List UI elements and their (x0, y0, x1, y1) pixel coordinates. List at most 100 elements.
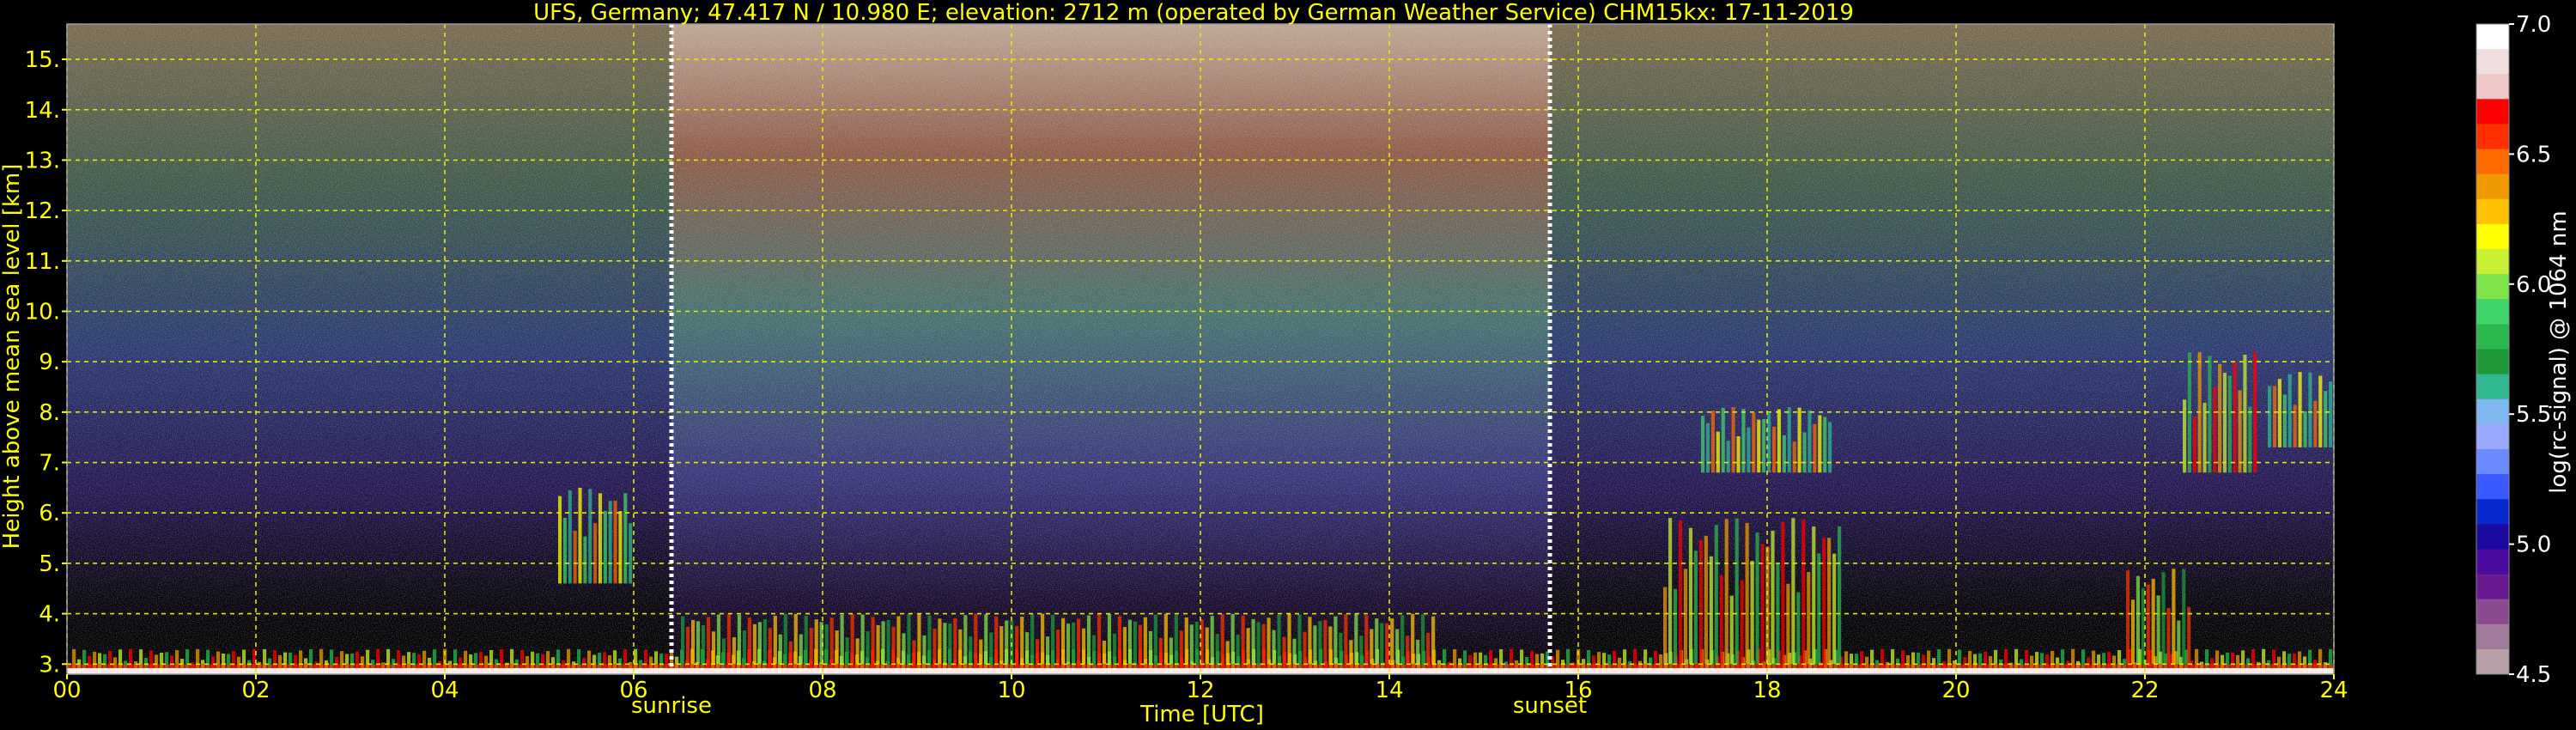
feature-streak (1807, 410, 1812, 473)
feature-streak (1719, 575, 1723, 665)
feature-streak (573, 531, 577, 584)
feature-streak (1802, 432, 1807, 473)
feature-streak (2126, 570, 2130, 665)
colorbar-segment (2476, 274, 2509, 300)
feature-streak (2166, 607, 2171, 665)
feature-streak (1122, 627, 1127, 665)
feature-streak (1838, 526, 1842, 665)
feature-streak (1020, 617, 1024, 665)
feature-streak (1818, 415, 1822, 473)
feature-streak (1370, 629, 1374, 665)
feature-streak (1735, 518, 1739, 665)
colorbar-tick-label: 6.5 (2516, 142, 2551, 167)
feature-streak (1736, 435, 1741, 473)
feature-streak (706, 617, 711, 665)
x-tick-label: 04 (430, 678, 459, 703)
feature-streak (969, 636, 973, 665)
colorbar-segment (2476, 624, 2509, 650)
feature-streak (933, 629, 937, 665)
feature-streak (1701, 416, 1705, 473)
feature-streak (1339, 632, 1343, 665)
feature-streak (716, 614, 721, 665)
feature-streak (938, 618, 942, 665)
feature-streak (2268, 386, 2272, 447)
feature-streak (2172, 569, 2176, 665)
feature-streak (1174, 614, 1178, 665)
feature-streak (1354, 613, 1358, 665)
feature-streak (2161, 572, 2166, 665)
feature-streak (1698, 540, 1703, 665)
feature-streak (1827, 538, 1832, 665)
x-axis-label: Time [UTC] (1139, 702, 1264, 727)
x-tick-label: 10 (997, 678, 1025, 703)
colorbar-tick-label: 5.0 (2516, 532, 2551, 558)
feature-streak (1807, 571, 1811, 665)
feature-streak (963, 615, 968, 665)
feature-streak (1400, 615, 1405, 665)
feature-streak (1292, 638, 1297, 665)
feature-streak (711, 631, 716, 665)
feature-streak (701, 624, 706, 665)
feature-streak (1678, 520, 1683, 665)
colorbar-segment (2476, 599, 2509, 625)
feature-streak (1740, 580, 1744, 665)
feature-streak (2243, 354, 2247, 473)
feature-streak (768, 627, 772, 665)
feature-streak (762, 619, 767, 665)
feature-streak (1745, 522, 1749, 665)
feature-streak (2218, 363, 2222, 473)
feature-streak (799, 634, 803, 665)
colorbar-segment (2476, 173, 2509, 200)
feature-streak (866, 631, 870, 665)
feature-streak (814, 619, 818, 665)
feature-streak (773, 615, 777, 665)
feature-streak (1832, 553, 1837, 665)
feature-streak (881, 621, 885, 665)
chart-title: UFS, Germany; 47.417 N / 10.980 E; eleva… (533, 0, 1854, 26)
feature-streak (1205, 627, 1209, 665)
feature-streak (804, 615, 808, 665)
feature-streak (1030, 614, 1035, 665)
y-tick-label: 10. (25, 299, 60, 325)
feature-streak (696, 621, 701, 665)
x-tick-label: 16 (1564, 678, 1592, 703)
colorbar-segment (2476, 324, 2509, 350)
feature-streak (1359, 636, 1364, 665)
feature-streak (1693, 551, 1698, 665)
feature-streak (1261, 624, 1266, 665)
feature-streak (1791, 518, 1795, 665)
y-tick-label: 5. (39, 551, 60, 577)
y-tick-label: 9. (39, 350, 60, 375)
feature-streak (2183, 399, 2187, 473)
x-tick-label: 08 (808, 678, 836, 703)
feature-streak (948, 623, 952, 665)
y-tick-label: 12. (25, 198, 60, 224)
feature-streak (1210, 616, 1214, 665)
x-tick-label: 00 (52, 678, 81, 703)
y-tick-label: 4. (39, 602, 60, 628)
feature-streak (1287, 613, 1291, 665)
feature-streak (1406, 636, 1410, 665)
x-tick-label: 14 (1375, 678, 1403, 703)
feature-streak (1117, 616, 1122, 665)
colorbar-segment (2476, 448, 2509, 475)
feature-streak (1163, 613, 1168, 665)
feature-streak (2130, 599, 2136, 665)
feature-streak (1091, 635, 1097, 665)
colorbar-segment (2476, 574, 2509, 600)
colorbar-tick-label: 7.0 (2516, 12, 2551, 38)
feature-streak (855, 638, 860, 665)
feature-streak (1282, 636, 1286, 665)
feature-streak (994, 616, 999, 665)
feature-streak (1246, 628, 1250, 665)
feature-streak (2277, 379, 2281, 447)
feature-streak (1220, 613, 1224, 665)
feature-streak (1431, 616, 1436, 665)
feature-streak (1705, 423, 1710, 473)
feature-streak (1688, 527, 1693, 665)
feature-streak (907, 614, 911, 665)
feature-streak (1036, 639, 1040, 665)
feature-streak (1005, 620, 1009, 665)
feature-streak (1801, 520, 1806, 665)
feature-streak (1726, 441, 1730, 473)
